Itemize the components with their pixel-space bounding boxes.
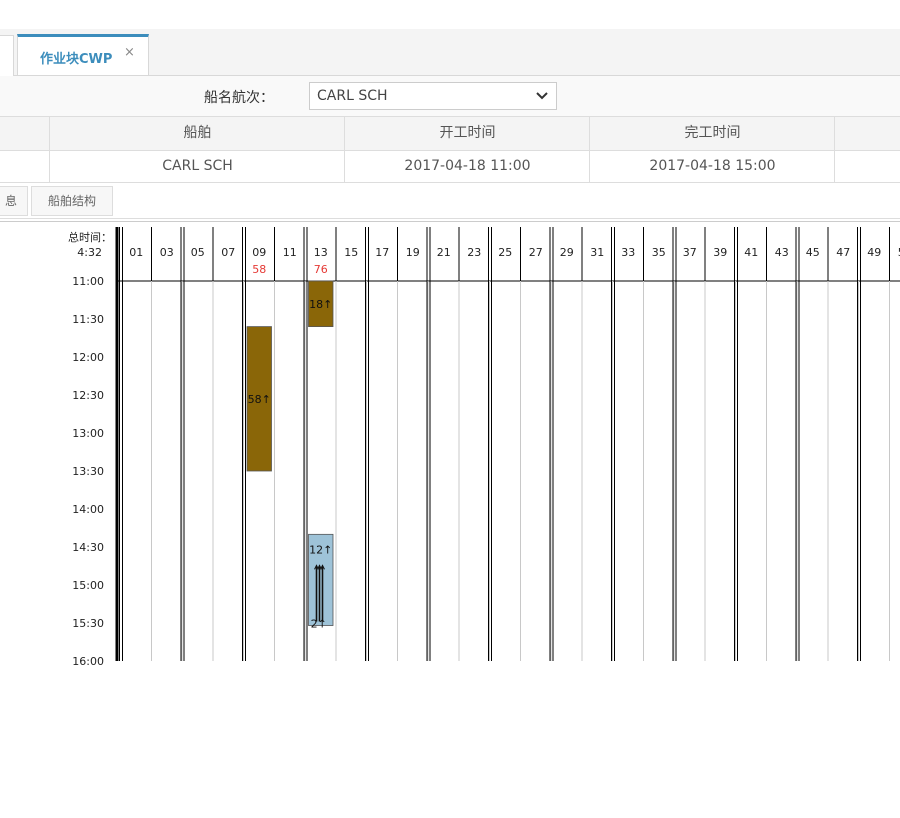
bay-label: 25 [498, 246, 512, 259]
bay-label: 23 [467, 246, 481, 259]
time-label: 11:30 [72, 313, 104, 326]
header-vessel: 船舶 [49, 117, 345, 150]
select-value: CARL SCH [317, 88, 388, 104]
bay-label: 13 [314, 246, 328, 259]
close-icon[interactable]: × [124, 45, 135, 60]
sub-tabs: 息 船舶结构 [0, 184, 900, 219]
bay-label: 35 [652, 246, 666, 259]
time-label: 13:30 [72, 465, 104, 478]
tab-bar: 作业块CWP × [0, 29, 900, 76]
work-block-bottom-label: 2↑ [311, 618, 327, 631]
time-label: 15:00 [72, 579, 104, 592]
grid-lines [115, 227, 900, 661]
time-label: 12:00 [72, 351, 104, 364]
table-header-row: 船舶 开工时间 完工时间 [0, 116, 900, 151]
table-cell [0, 151, 50, 182]
bay-label: 39 [713, 246, 727, 259]
bay-label: 45 [806, 246, 820, 259]
bay-label: 11 [283, 246, 297, 259]
bay-label: 07 [221, 246, 235, 259]
bay-label: 05 [191, 246, 205, 259]
filter-bar: 船名航次： CARL SCH [0, 76, 900, 116]
tab-label: 作业块CWP [40, 52, 113, 67]
bay-label: 33 [621, 246, 635, 259]
time-label: 14:30 [72, 541, 104, 554]
time-label: 13:00 [72, 427, 104, 440]
bay-label: 21 [437, 246, 451, 259]
bay-count-label: 58 [252, 263, 266, 276]
cwp-gantt-chart: 总时间： 4:32 01 03 05 07 09 11 13 15 17 19 21 23 25 27 29… [68, 227, 900, 668]
bay-label: 43 [775, 246, 789, 259]
work-block-label: 58↑ [248, 393, 271, 406]
bay-label: 27 [529, 246, 543, 259]
cell-end-time: 2017-04-18 15:00 [589, 151, 835, 182]
time-label: 14:00 [72, 503, 104, 516]
cell-vessel: CARL SCH [49, 151, 345, 182]
bay-label: 09 [252, 246, 266, 259]
work-block-label: 18↑ [309, 298, 332, 311]
total-time-value: 4:32 [77, 246, 102, 259]
bay-label: 03 [160, 246, 174, 259]
bay-label: 29 [560, 246, 574, 259]
table-header-cell [834, 117, 900, 150]
bay-label: 31 [590, 246, 604, 259]
bay-label: 01 [129, 246, 143, 259]
top-bar [0, 0, 900, 30]
table-cell [834, 151, 900, 182]
time-label: 12:30 [72, 389, 104, 402]
bay-label: 17 [375, 246, 389, 259]
bay-label: 49 [867, 246, 881, 259]
bay-label: 15 [344, 246, 358, 259]
bay-count-label: 76 [314, 263, 328, 276]
subtab-info[interactable]: 息 [0, 186, 29, 216]
bay-label: 37 [683, 246, 697, 259]
table-row[interactable]: CARL SCH 2017-04-18 11:00 2017-04-18 15:… [0, 151, 900, 183]
total-time-label: 总时间： [68, 230, 112, 244]
chart-labels: 01 03 05 07 09 11 13 15 17 19 21 23 25 27 29 31 33 35 37 39… [72, 246, 900, 668]
header-end-time: 完工时间 [589, 117, 835, 150]
bay-label: 19 [406, 246, 420, 259]
vessel-voyage-select[interactable]: CARL SCH [309, 82, 557, 110]
header-start-time: 开工时间 [344, 117, 590, 150]
time-label: 11:00 [72, 275, 104, 288]
work-block-label: 12↑ [309, 543, 332, 556]
bay-label: 47 [836, 246, 850, 259]
time-label: 16:00 [72, 655, 104, 668]
time-label: 15:30 [72, 617, 104, 630]
tab-cwp[interactable]: 作业块CWP × [17, 34, 149, 75]
previous-tab[interactable] [0, 35, 14, 76]
vessel-table: 船舶 开工时间 完工时间 CARL SCH 2017-04-18 11:00 2… [0, 116, 900, 183]
table-header-cell [0, 117, 50, 150]
cell-start-time: 2017-04-18 11:00 [344, 151, 590, 182]
vessel-voyage-label: 船名航次： [204, 90, 274, 106]
subtab-ship-structure[interactable]: 船舶结构 [31, 186, 114, 216]
bay-label: 41 [744, 246, 758, 259]
chevron-down-icon [536, 86, 548, 110]
